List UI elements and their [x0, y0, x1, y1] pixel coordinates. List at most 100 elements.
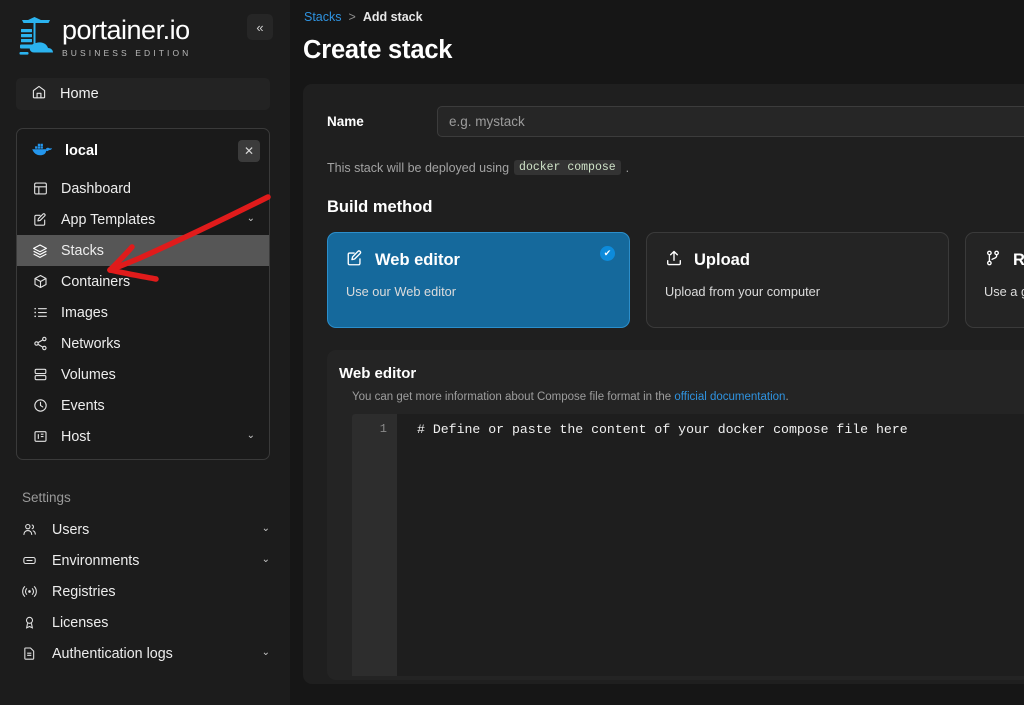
sidebar-item-label: Networks — [61, 335, 121, 352]
images-list-icon — [31, 305, 49, 320]
git-branch-icon — [984, 249, 1002, 272]
docker-whale-icon — [31, 141, 53, 162]
brand-name: portainer.io — [62, 14, 190, 45]
settings-nav-list: Users ⌄ Environments ⌄ Registries Licens… — [0, 514, 290, 669]
licenses-award-icon — [20, 615, 38, 630]
chevron-down-icon: ⌄ — [261, 647, 270, 658]
sidebar-item-registries[interactable]: Registries — [0, 576, 290, 607]
sidebar-item-label: Licenses — [52, 614, 109, 631]
chevron-down-icon: ⌄ — [246, 430, 255, 441]
users-icon — [20, 522, 38, 537]
card-header: Repository — [984, 249, 1024, 272]
breadcrumb-current: Add stack — [362, 10, 423, 24]
sidebar-item-label: Events — [61, 397, 105, 414]
sidebar-item-label: Images — [61, 304, 108, 321]
web-editor-title: Web editor — [339, 365, 417, 382]
sidebar-collapse-button[interactable]: « — [247, 14, 273, 40]
web-editor-hint-suffix: . — [785, 391, 789, 403]
card-header: Web editor — [346, 249, 611, 272]
environment-panel: local ✕ Dashboard App Templates ⌄ Stacks… — [16, 128, 270, 460]
page-title: Create stack — [303, 36, 453, 64]
sidebar-item-app-templates[interactable]: App Templates ⌄ — [17, 204, 269, 235]
sidebar-item-stacks[interactable]: Stacks — [17, 235, 269, 266]
sidebar-item-licenses[interactable]: Licenses — [0, 607, 290, 638]
sidebar-item-dashboard[interactable]: Dashboard — [17, 173, 269, 204]
build-method-card-web-editor[interactable]: Web editor Use our Web editor ✔ — [327, 232, 630, 328]
sidebar-item-label: Stacks — [61, 242, 104, 259]
deploy-hint-prefix: This stack will be deployed using — [327, 160, 510, 175]
stacks-layers-icon — [31, 243, 49, 259]
card-description: Use our Web editor — [346, 284, 457, 299]
registries-broadcast-icon — [20, 584, 38, 599]
sidebar-item-label: Registries — [52, 583, 116, 600]
template-edit-icon — [31, 212, 49, 227]
container-box-icon — [31, 274, 49, 289]
sidebar: portainer.io BUSINESS EDITION « Home loc… — [0, 0, 290, 705]
main-content: Stacks > Add stack Create stack Name Thi… — [290, 0, 1024, 705]
sidebar-item-label: Host — [61, 428, 91, 445]
code-content[interactable]: # Define or paste the content of your do… — [397, 414, 1024, 676]
volumes-database-icon — [31, 367, 49, 382]
card-title: Web editor — [375, 251, 460, 269]
card-description: Upload from your computer — [665, 284, 821, 299]
sidebar-item-label-home: Home — [60, 86, 99, 102]
sidebar-item-containers[interactable]: Containers — [17, 266, 269, 297]
sidebar-item-volumes[interactable]: Volumes — [17, 359, 269, 390]
create-stack-panel: Name This stack will be deployed using d… — [303, 84, 1024, 684]
environment-name: local — [65, 143, 99, 159]
sidebar-item-label: Users — [52, 521, 90, 538]
build-method-cards: Web editor Use our Web editor ✔ Upload U… — [327, 232, 1024, 328]
host-server-icon — [31, 429, 49, 444]
sidebar-item-environments[interactable]: Environments ⌄ — [0, 545, 290, 576]
sidebar-item-events[interactable]: Events — [17, 390, 269, 421]
sidebar-item-label: Authentication logs — [52, 645, 173, 662]
sidebar-item-users[interactable]: Users ⌄ — [0, 514, 290, 545]
deploy-hint-suffix: . — [625, 160, 630, 175]
chevron-down-icon: ⌄ — [261, 523, 270, 534]
upload-arrow-icon — [665, 249, 683, 272]
home-icon — [31, 84, 47, 104]
dashboard-icon — [31, 181, 49, 196]
card-title: Upload — [694, 251, 750, 269]
sidebar-item-home[interactable]: Home — [16, 78, 270, 110]
code-gutter: 1 — [352, 414, 397, 676]
name-field-label: Name — [327, 114, 364, 129]
sidebar-item-label: App Templates — [61, 211, 156, 228]
build-method-card-repository[interactable]: Repository Use a git repository — [965, 232, 1024, 328]
portainer-crane-icon — [18, 15, 54, 59]
sidebar-item-images[interactable]: Images — [17, 297, 269, 328]
chevron-down-icon: ⌄ — [261, 554, 270, 565]
events-clock-icon — [31, 398, 49, 413]
settings-section-title: Settings — [22, 490, 71, 505]
auth-logs-file-icon — [20, 646, 38, 661]
environment-nav-list: Dashboard App Templates ⌄ Stacks Contain… — [17, 173, 269, 459]
sidebar-item-networks[interactable]: Networks — [17, 328, 269, 359]
build-method-title: Build method — [327, 198, 433, 216]
chevron-down-icon: ⌄ — [246, 213, 255, 224]
check-badge-icon: ✔ — [600, 246, 615, 261]
name-field-row: Name — [327, 106, 1024, 137]
breadcrumb-separator: > — [348, 10, 356, 24]
web-editor-section: Web editor You can get more information … — [327, 350, 1024, 680]
build-method-card-upload[interactable]: Upload Upload from your computer — [646, 232, 949, 328]
official-documentation-link[interactable]: official documentation — [674, 391, 785, 403]
sidebar-item-label: Dashboard — [61, 180, 131, 197]
sidebar-item-authentication-logs[interactable]: Authentication logs ⌄ — [0, 638, 290, 669]
code-editor[interactable]: 1 # Define or paste the content of your … — [352, 414, 1024, 676]
close-icon[interactable]: ✕ — [238, 140, 260, 162]
stack-name-input[interactable] — [437, 106, 1024, 137]
app-root: portainer.io BUSINESS EDITION « Home loc… — [0, 0, 1024, 705]
breadcrumb-parent-link[interactable]: Stacks — [304, 10, 342, 24]
breadcrumb: Stacks > Add stack — [303, 10, 1024, 24]
sidebar-item-host[interactable]: Host ⌄ — [17, 421, 269, 452]
web-editor-hint-prefix: You can get more information about Compo… — [352, 391, 672, 403]
deploy-hint-code: docker compose — [514, 160, 621, 175]
environments-icon — [20, 553, 38, 568]
environment-header[interactable]: local ✕ — [17, 129, 269, 173]
brand-text: portainer.io BUSINESS EDITION — [62, 14, 191, 58]
deploy-hint: This stack will be deployed using docker… — [327, 160, 1024, 175]
card-title: Repository — [1013, 251, 1024, 269]
web-editor-hint: You can get more information about Compo… — [352, 391, 1024, 403]
card-header: Upload — [665, 249, 930, 272]
pencil-square-icon — [346, 249, 364, 272]
